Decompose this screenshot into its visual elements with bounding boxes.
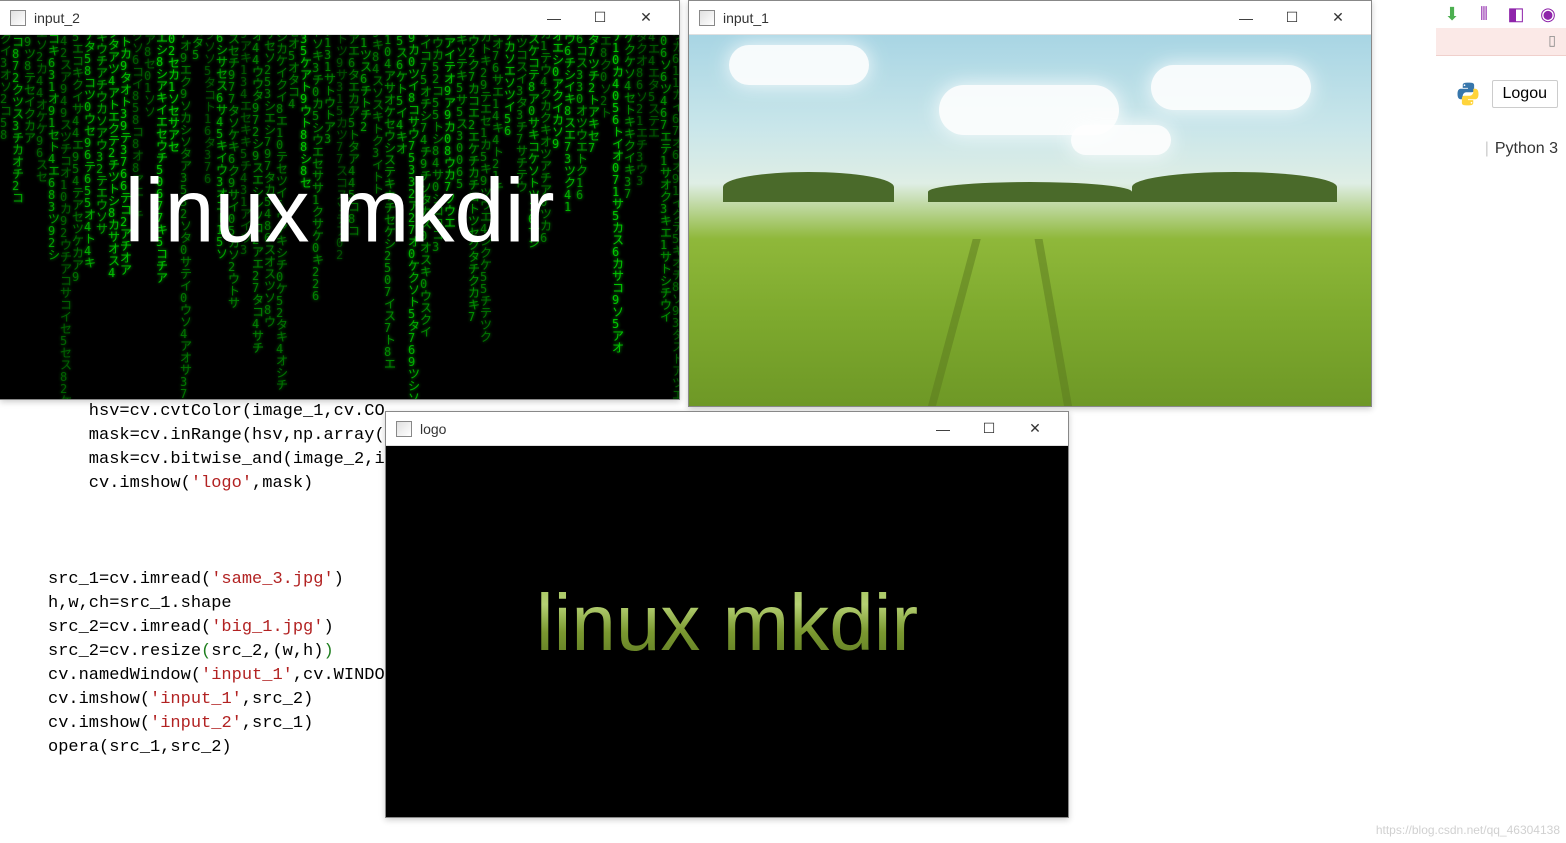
library-icon[interactable]: ⦀ <box>1474 4 1494 24</box>
kernel-indicator: | Python 3 <box>1485 140 1558 158</box>
browser-toolbar: ⬇ ⦀ ◧ ◉ <box>1442 4 1558 24</box>
account-icon[interactable]: ◉ <box>1538 4 1558 24</box>
image-content: linux mkdir <box>386 446 1068 817</box>
titlebar[interactable]: input_2 — ☐ ✕ <box>0 1 679 35</box>
window-input-2: input_2 — ☐ ✕ ソ テ チ ク イ 3 オ ソ 2 コ 5 8 3 … <box>0 0 680 400</box>
titlebar[interactable]: logo — ☐ ✕ <box>386 412 1068 446</box>
code-editor-content: hsv=cv.cvtColor(image_1,cv.CO mask=cv.in… <box>48 400 398 760</box>
image-content: ソ テ チ ク イ 3 オ ソ 2 コ 5 8 3 7 0 エ ソ 3 コ 8 … <box>0 35 679 399</box>
image-content <box>689 35 1371 406</box>
kernel-name: Python 3 <box>1495 140 1558 158</box>
maximize-button[interactable]: ☐ <box>966 414 1012 444</box>
window-title: input_1 <box>723 10 1223 26</box>
app-icon <box>396 421 412 437</box>
logout-button[interactable]: Logou <box>1492 80 1559 108</box>
overlay-text: linux mkdir <box>536 576 918 668</box>
close-button[interactable]: ✕ <box>1012 414 1058 444</box>
python-logo-icon <box>1454 80 1482 108</box>
extension-icon[interactable]: ◧ <box>1506 4 1526 24</box>
maximize-button[interactable]: ☐ <box>577 3 623 33</box>
app-icon <box>10 10 26 26</box>
overlay-text: linux mkdir <box>124 160 554 263</box>
window-title: input_2 <box>34 10 531 26</box>
titlebar[interactable]: input_1 — ☐ ✕ <box>689 1 1371 35</box>
minimize-button[interactable]: — <box>920 414 966 444</box>
watermark: https://blog.csdn.net/qq_46304138 <box>1376 823 1560 837</box>
minimize-button[interactable]: — <box>1223 3 1269 33</box>
download-icon[interactable]: ⬇ <box>1442 4 1462 24</box>
close-button[interactable]: ✕ <box>1315 3 1361 33</box>
maximize-button[interactable]: ☐ <box>1269 3 1315 33</box>
close-button[interactable]: ✕ <box>623 3 669 33</box>
minimize-button[interactable]: — <box>531 3 577 33</box>
window-title: logo <box>420 421 920 437</box>
app-icon <box>699 10 715 26</box>
device-icon[interactable]: ▯ <box>1548 32 1556 49</box>
window-input-1: input_1 — ☐ ✕ <box>688 0 1372 407</box>
window-logo: logo — ☐ ✕ linux mkdir <box>385 411 1069 818</box>
browser-tab-bar <box>1436 28 1566 56</box>
